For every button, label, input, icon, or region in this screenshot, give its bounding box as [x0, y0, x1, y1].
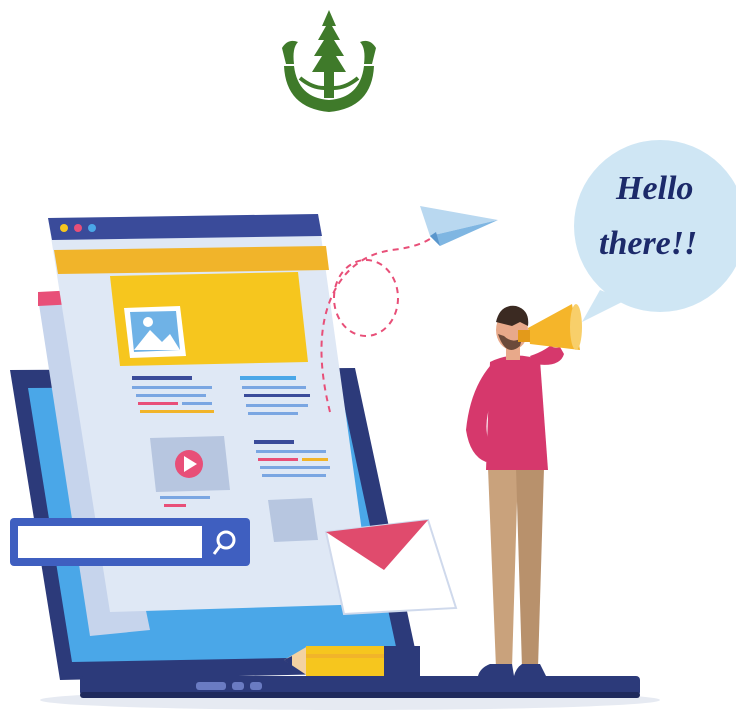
- image-icon: [124, 306, 186, 358]
- pencil-icon: [284, 646, 420, 676]
- envelope-icon: [324, 518, 458, 616]
- person-with-megaphone: [466, 305, 564, 676]
- marketing-illustration: [10, 140, 736, 710]
- speech-bubble-line1: Hello: [616, 170, 694, 207]
- play-video-icon: [175, 450, 203, 478]
- search-bar: [10, 518, 250, 566]
- speech-bubble-line2: there!!: [599, 225, 698, 262]
- paper-plane-icon: [420, 206, 498, 246]
